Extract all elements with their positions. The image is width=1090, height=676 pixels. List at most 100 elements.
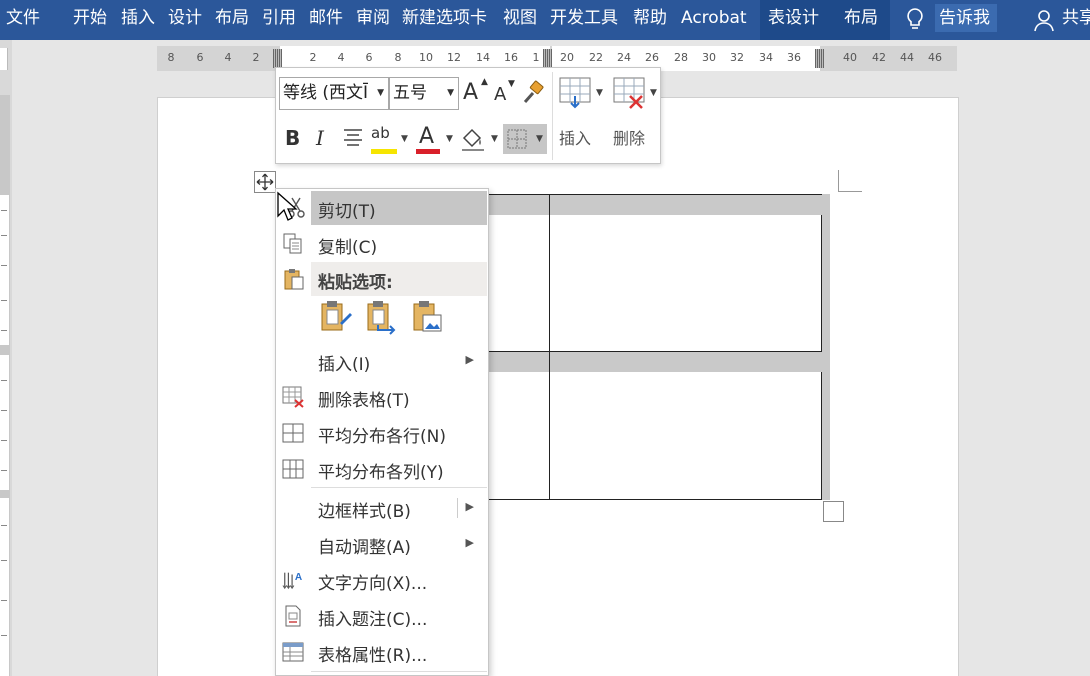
- ruler-number: 6: [196, 51, 204, 64]
- bold-button[interactable]: B: [285, 126, 300, 150]
- menu-item-label: 删除表格(T): [318, 391, 410, 411]
- menu-item-delete-table[interactable]: 删除表格(T): [276, 380, 488, 414]
- menu-item-copy[interactable]: 复制(C): [276, 227, 488, 261]
- grow-font-button[interactable]: A: [463, 80, 478, 105]
- ruler-number: 40: [843, 51, 857, 64]
- chevron-down-icon[interactable]: ▼: [596, 88, 603, 98]
- svg-text:A: A: [295, 572, 303, 583]
- vertical-ruler-tick: [1, 560, 7, 561]
- vertical-ruler-row-marker[interactable]: [0, 345, 9, 355]
- vertical-ruler-row-marker[interactable]: [0, 490, 9, 498]
- vertical-ruler-tick: [1, 470, 7, 471]
- vertical-ruler-tick: [1, 380, 7, 381]
- tab-layout[interactable]: 布局: [215, 0, 249, 36]
- paste-as-picture-icon[interactable]: [410, 299, 446, 335]
- tab-design[interactable]: 设计: [168, 0, 202, 36]
- menu-item-label: 剪切(T): [318, 202, 376, 222]
- insert-label[interactable]: 插入: [559, 125, 591, 149]
- borders-icon: [507, 129, 527, 149]
- menu-item-label: 自动调整(A): [318, 538, 411, 558]
- menu-item-insert[interactable]: 插入(I) ▶: [276, 344, 488, 378]
- menu-item-label: 粘贴选项:: [318, 273, 393, 293]
- chevron-down-icon[interactable]: ▼: [401, 134, 408, 144]
- menu-item-border-styles[interactable]: 边框样式(B) ▶: [276, 491, 488, 525]
- align-center-icon[interactable]: [342, 126, 364, 150]
- menu-item-label: 复制(C): [318, 238, 378, 258]
- tab-file[interactable]: 文件: [6, 0, 40, 36]
- vertical-ruler-tick: [1, 235, 7, 236]
- tab-view[interactable]: 视图: [503, 0, 537, 36]
- font-name-combo[interactable]: 等线 (西文Ī ▼: [279, 77, 389, 110]
- chevron-down-icon[interactable]: ▼: [377, 78, 384, 109]
- tab-review[interactable]: 审阅: [356, 0, 390, 36]
- split-divider: [457, 498, 458, 518]
- toolbar-separator: [552, 72, 553, 160]
- font-size-combo[interactable]: 五号 ▼: [389, 77, 459, 110]
- menu-separator: [311, 671, 487, 672]
- ruler-column-marker[interactable]: [273, 49, 282, 68]
- chevron-down-icon[interactable]: ▼: [447, 78, 454, 109]
- table-move-handle[interactable]: [254, 171, 276, 193]
- vertical-ruler-tick: [1, 635, 7, 636]
- tab-references[interactable]: 引用: [262, 0, 296, 36]
- menu-item-insert-caption[interactable]: 插入题注(C)...: [276, 599, 488, 633]
- menu-item-distribute-columns[interactable]: 平均分布各列(Y): [276, 452, 488, 486]
- tab-mailings[interactable]: 邮件: [309, 0, 343, 36]
- delete-label[interactable]: 删除: [613, 125, 645, 149]
- tab-acrobat[interactable]: Acrobat: [681, 0, 747, 36]
- menu-item-table-properties[interactable]: 表格属性(R)...: [276, 635, 488, 669]
- italic-button[interactable]: I: [316, 126, 324, 150]
- ruler-number: 1: [532, 51, 540, 64]
- tab-home[interactable]: 开始: [73, 0, 107, 36]
- ruler-number: 24: [617, 51, 631, 64]
- chevron-down-icon[interactable]: ▼: [491, 134, 498, 144]
- share-label[interactable]: 共享: [1062, 0, 1090, 36]
- tab-table-layout[interactable]: 布局: [844, 0, 878, 36]
- borders-button[interactable]: ▼: [503, 124, 547, 154]
- chevron-right-icon: ▶: [465, 353, 474, 366]
- ruler-number: 14: [476, 51, 490, 64]
- text-direction-icon: A: [282, 572, 303, 590]
- tab-insert[interactable]: 插入: [121, 0, 155, 36]
- paste-merge-formatting-icon[interactable]: [364, 299, 400, 335]
- ruler-number: 4: [224, 51, 232, 64]
- font-color-button[interactable]: A: [419, 124, 434, 149]
- tab-new-tab[interactable]: 新建选项卡: [402, 0, 487, 36]
- ruler-number: 20: [560, 51, 574, 64]
- ruler-toggle[interactable]: [0, 48, 8, 70]
- menu-item-text-direction[interactable]: A 文字方向(X)...: [276, 563, 488, 597]
- tab-developer[interactable]: 开发工具: [550, 0, 618, 36]
- clipboard-icon: [284, 269, 304, 290]
- tab-help[interactable]: 帮助: [633, 0, 667, 36]
- menu-item-label: 插入题注(C)...: [318, 610, 428, 630]
- shrink-font-button[interactable]: A: [494, 84, 506, 105]
- chevron-down-icon[interactable]: ▼: [650, 88, 657, 98]
- paste-keep-formatting-icon[interactable]: [318, 299, 354, 335]
- vertical-ruler-tick: [1, 440, 7, 441]
- menu-item-autofit[interactable]: 自动调整(A) ▶: [276, 527, 488, 561]
- table-column-border[interactable]: [549, 195, 550, 500]
- ruler-column-marker[interactable]: [815, 49, 824, 68]
- menu-item-label: 平均分布各行(N): [318, 427, 446, 447]
- chevron-down-icon[interactable]: ▼: [446, 134, 453, 144]
- table-resize-handle[interactable]: [823, 501, 844, 522]
- tell-me-label[interactable]: 告诉我: [939, 0, 990, 36]
- delete-table-icon: [282, 386, 304, 408]
- highlight-button[interactable]: ab: [371, 124, 390, 142]
- vertical-ruler[interactable]: [0, 95, 10, 676]
- paste-options-row: [318, 299, 458, 337]
- vertical-ruler-tick: [1, 600, 7, 601]
- shading-bucket-icon[interactable]: [460, 126, 486, 152]
- tab-table-design[interactable]: 表设计: [768, 0, 819, 36]
- menu-item-distribute-rows[interactable]: 平均分布各行(N): [276, 416, 488, 450]
- format-painter-icon[interactable]: [520, 80, 546, 106]
- insert-table-icon[interactable]: [558, 76, 594, 110]
- menu-item-cut[interactable]: 剪切(T): [311, 191, 487, 225]
- ruler-number: 28: [674, 51, 688, 64]
- ruler-number: 36: [787, 51, 801, 64]
- chevron-down-icon[interactable]: ▼: [536, 134, 543, 144]
- person-icon[interactable]: [1034, 8, 1058, 32]
- chevron-right-icon[interactable]: ▶: [466, 500, 474, 513]
- delete-table-icon[interactable]: [612, 76, 648, 110]
- vertical-ruler-tick: [1, 210, 7, 211]
